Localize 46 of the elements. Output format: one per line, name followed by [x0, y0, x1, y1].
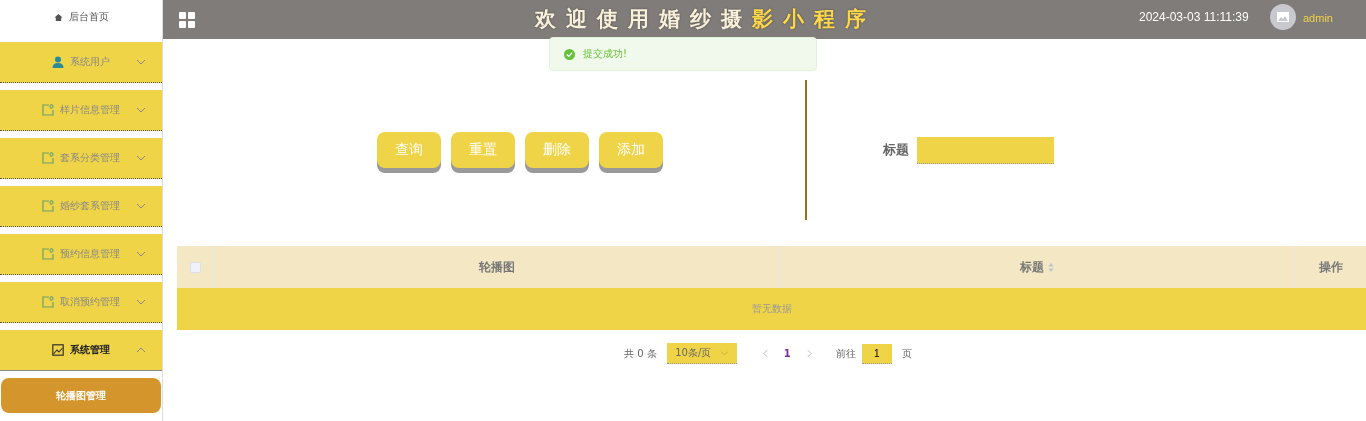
avatar-icon[interactable] — [1270, 4, 1296, 30]
home-menu-item[interactable]: 后台首页 — [0, 0, 162, 34]
sort-icon[interactable] — [1048, 262, 1054, 272]
total-count: 共 0 条 — [624, 346, 657, 361]
menu-item[interactable]: 系统用户 — [0, 42, 162, 83]
document-icon — [42, 104, 54, 116]
prev-page-icon[interactable] — [762, 349, 768, 358]
submenu-item[interactable]: 轮播图管理 — [1, 378, 161, 413]
select-all-checkbox[interactable] — [189, 261, 201, 273]
document-icon — [42, 200, 54, 212]
chevron-icon — [136, 251, 146, 257]
user-icon — [52, 56, 64, 68]
page-title: 欢迎使用婚纱摄影小程序 — [535, 6, 876, 33]
date-time: 2024-03-03 11:11:39 — [1139, 10, 1249, 24]
chevron-icon — [136, 203, 146, 209]
home-icon — [53, 12, 63, 22]
chevron-icon — [136, 299, 146, 305]
document-icon — [42, 152, 54, 164]
search-label: 标题 — [883, 141, 909, 159]
page-suffix: 页 — [901, 346, 912, 361]
menu-item[interactable]: 样片信息管理 — [0, 90, 162, 131]
goto-page-input[interactable]: 1 — [861, 343, 892, 364]
user-name[interactable]: admin — [1303, 12, 1333, 24]
title-input[interactable] — [917, 136, 1054, 164]
menu-item[interactable]: 套系分类管理 — [0, 138, 162, 179]
document-icon — [42, 296, 54, 308]
menu-item[interactable]: 预约信息管理 — [0, 234, 162, 275]
empty-text: 暂无数据 — [752, 302, 792, 316]
goto-label: 前往 — [835, 346, 856, 361]
menu-item[interactable]: 取消预约管理 — [0, 282, 162, 323]
image-icon — [52, 344, 64, 356]
chevron-icon — [136, 155, 146, 161]
menu-item[interactable]: 婚纱套系管理 — [0, 186, 162, 227]
check-icon — [564, 48, 575, 60]
chevron-icon — [136, 107, 146, 113]
menu-item[interactable]: 系统管理 — [0, 330, 162, 371]
page-number[interactable]: 1 — [783, 348, 791, 359]
column-header: 操作 — [1318, 258, 1344, 276]
chevron-icon — [136, 347, 146, 353]
caret-icon — [721, 350, 729, 356]
toast-text: 提交成功! — [583, 47, 627, 61]
chevron-icon — [136, 59, 146, 65]
next-page-icon[interactable] — [806, 349, 812, 358]
page-size-select[interactable]: 10条/页 — [666, 343, 737, 364]
menu-icon[interactable] — [179, 11, 195, 28]
document-icon — [42, 248, 54, 260]
